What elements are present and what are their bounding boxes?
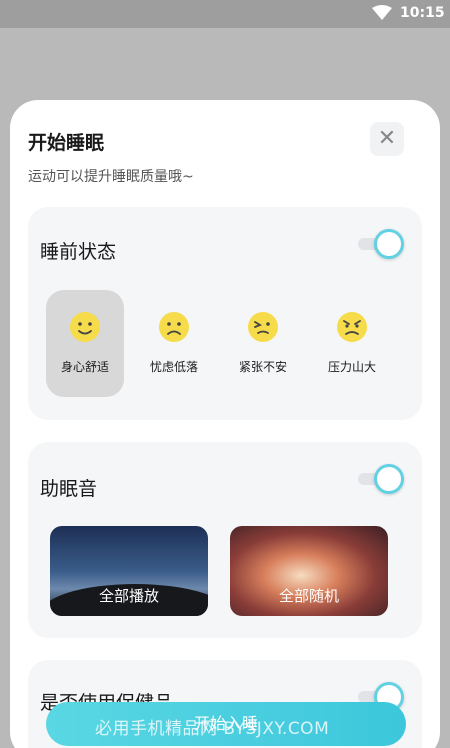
sleep-sound-card: 助眠音 全部播放 全部随机 [28,442,422,638]
status-time: 10:15 [400,5,445,21]
shuffle-all-label: 全部随机 [278,587,339,605]
mood-label: 压力山大 [327,360,376,374]
start-sleep-sheet: 开始睡眠 运动可以提升睡眠质量哦~ ✕ 睡前状态 身心舒适 忧虑低落 紧张不安 … [10,100,440,748]
sleep-sound-toggle[interactable] [358,464,404,494]
mood-item-stressed[interactable]: 压力山大 [313,290,391,397]
pre-sleep-state-card: 睡前状态 身心舒适 忧虑低落 紧张不安 压力山大 [28,207,422,420]
close-icon: ✕ [377,126,397,151]
wifi-icon [372,5,392,20]
smile-icon [70,312,100,342]
pre-sleep-state-toggle[interactable] [358,229,404,259]
watermark-text: 必用手机精品网 BYSJXY.COM [95,719,330,739]
mood-label: 身心舒适 [60,360,109,374]
sheet-title: 开始睡眠 [28,132,105,154]
play-all-tile[interactable]: 全部播放 [50,526,208,616]
pre-sleep-state-title: 睡前状态 [40,241,117,263]
sheet-subtitle: 运动可以提升睡眠质量哦~ [28,169,194,185]
play-all-label: 全部播放 [98,587,159,605]
mood-item-nervous[interactable]: 紧张不安 [224,290,302,397]
mood-label: 紧张不安 [238,360,287,374]
mood-item-comfortable[interactable]: 身心舒适 [46,290,124,397]
sleep-sound-title: 助眠音 [40,478,98,500]
mood-label: 忧虑低落 [149,360,198,374]
mood-item-worried[interactable]: 忧虑低落 [135,290,213,397]
status-bar: 10:15 [0,0,450,28]
shuffle-all-tile[interactable]: 全部随机 [230,526,388,616]
stressed-icon [337,312,367,342]
sad-icon [159,312,189,342]
nervous-icon [248,312,278,342]
close-button[interactable]: ✕ [370,122,404,156]
